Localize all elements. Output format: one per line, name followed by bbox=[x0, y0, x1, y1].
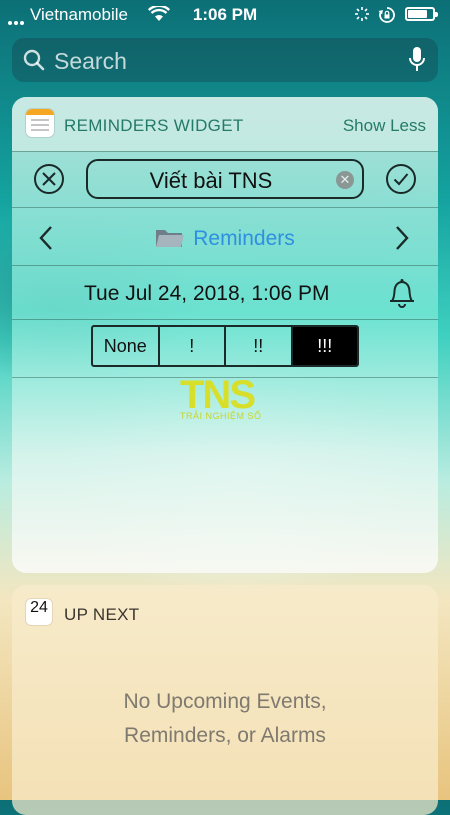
list-name-text: Reminders bbox=[193, 227, 295, 250]
calendar-icon-day: 24 bbox=[30, 599, 48, 616]
battery-icon bbox=[405, 7, 438, 21]
clear-text-icon[interactable]: ✕ bbox=[336, 171, 354, 189]
priority-segmented-control: None ! !! !!! bbox=[91, 325, 359, 367]
up-next-widget: 24 UP NEXT No Upcoming Events, Reminders… bbox=[12, 585, 438, 815]
search-placeholder: Search bbox=[54, 48, 127, 74]
close-icon bbox=[42, 172, 56, 186]
widget-header: REMINDERS WIDGET Show Less bbox=[12, 97, 438, 151]
list-selector: Reminders bbox=[12, 209, 438, 265]
microphone-icon[interactable] bbox=[408, 46, 426, 80]
confirm-button[interactable] bbox=[386, 164, 416, 194]
up-next-title: UP NEXT bbox=[64, 605, 140, 624]
chevron-right-icon[interactable] bbox=[394, 225, 410, 256]
reminders-app-icon bbox=[26, 109, 54, 137]
reminder-title-value: Viết bài TNS bbox=[149, 168, 273, 193]
calendar-icon: 24 bbox=[26, 599, 52, 625]
priority-medium-button[interactable]: !! bbox=[226, 327, 293, 365]
search-icon bbox=[22, 48, 46, 78]
divider bbox=[12, 319, 438, 320]
activity-spinner-icon bbox=[354, 6, 370, 27]
due-date-row[interactable]: Tue Jul 24, 2018, 1:06 PM bbox=[12, 267, 438, 323]
checkmark-icon bbox=[393, 173, 409, 186]
empty-state-line-1: No Upcoming Events, bbox=[123, 690, 327, 713]
priority-none-button[interactable]: None bbox=[93, 327, 160, 365]
divider bbox=[12, 265, 438, 266]
divider bbox=[12, 151, 438, 152]
status-bar: Vietnamobile 1:06 PM bbox=[0, 0, 450, 30]
empty-state-line-2: Reminders, or Alarms bbox=[124, 724, 326, 747]
priority-high-button[interactable]: !!! bbox=[292, 327, 357, 365]
bell-icon[interactable] bbox=[387, 277, 417, 314]
reminder-title-input[interactable]: Viết bài TNS ✕ bbox=[86, 159, 364, 199]
list-name-label[interactable]: Reminders bbox=[12, 226, 438, 254]
reminders-widget: REMINDERS WIDGET Show Less Viết bài TNS … bbox=[12, 97, 438, 573]
search-bar[interactable]: Search bbox=[12, 38, 438, 82]
rotation-lock-icon bbox=[378, 6, 396, 29]
cancel-button[interactable] bbox=[34, 164, 64, 194]
widget-title: REMINDERS WIDGET bbox=[64, 116, 244, 135]
battery-level bbox=[408, 10, 427, 18]
watermark-tagline: TRẢI NGHIỆM SỐ bbox=[180, 411, 262, 421]
tns-watermark: TNS TRẢI NGHIỆM SỐ bbox=[180, 373, 272, 425]
due-date-label: Tue Jul 24, 2018, 1:06 PM bbox=[84, 282, 330, 305]
folder-icon bbox=[155, 226, 185, 254]
divider bbox=[12, 207, 438, 208]
show-less-button[interactable]: Show Less bbox=[343, 116, 426, 136]
priority-low-button[interactable]: ! bbox=[160, 327, 226, 365]
empty-state-message: No Upcoming Events, Reminders, or Alarms bbox=[12, 685, 438, 753]
